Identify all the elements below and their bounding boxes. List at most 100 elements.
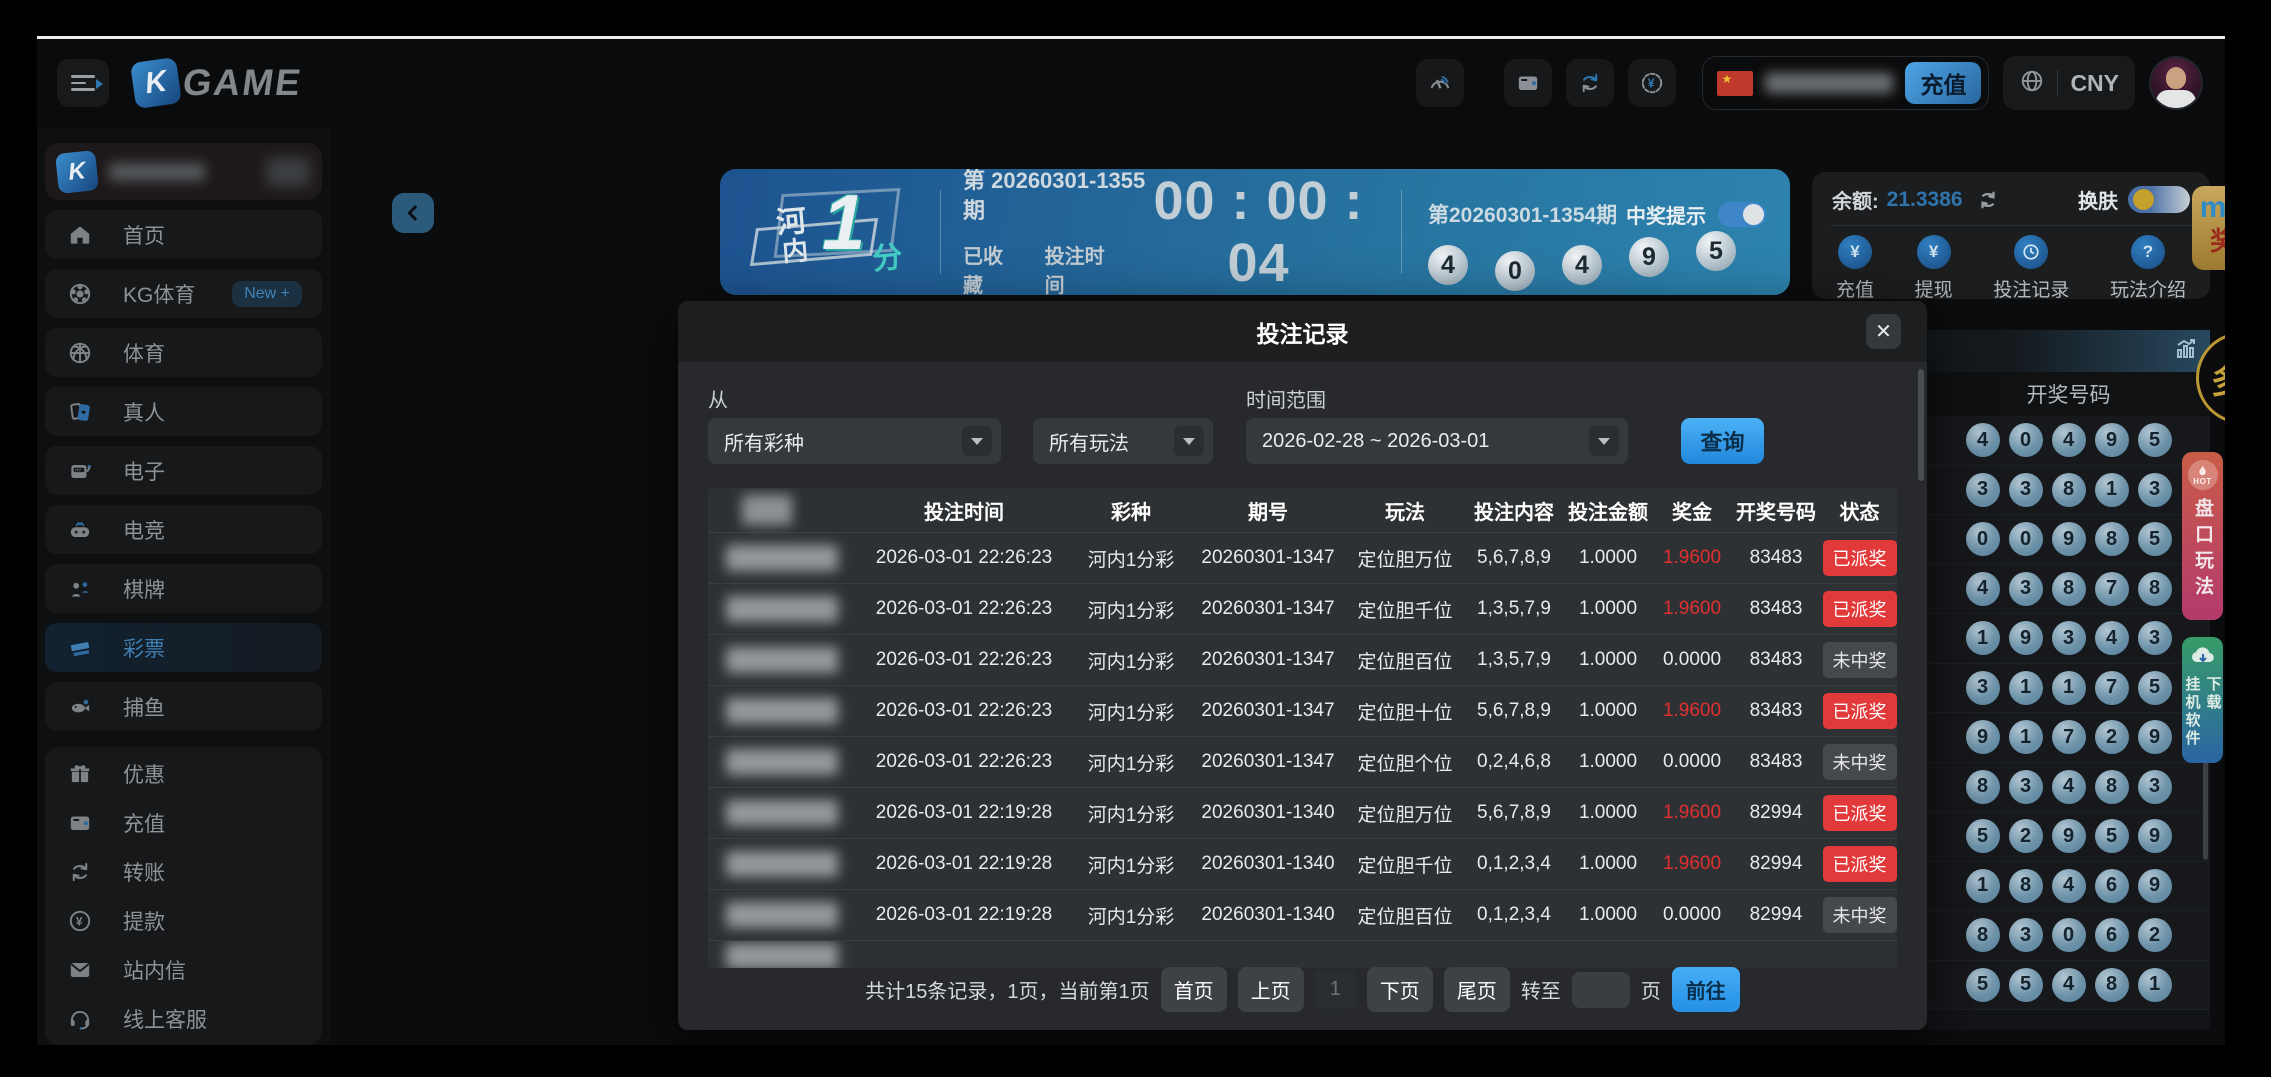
auto-bet-software-download-button[interactable]: 挂机软件下载 xyxy=(2182,637,2223,763)
sidebar-item-home[interactable]: 首页 xyxy=(45,210,322,259)
wallet-icon[interactable] xyxy=(1504,59,1552,107)
recharge-button[interactable]: 充值 xyxy=(1905,62,1981,104)
first-page-button[interactable]: 首页 xyxy=(1161,967,1227,1012)
column-header: 状态 xyxy=(1822,496,1897,525)
svg-text:¥: ¥ xyxy=(76,914,83,928)
balance-action-clock[interactable]: 投注记录 xyxy=(1993,235,2069,302)
prev-page-button[interactable]: 上页 xyxy=(1238,967,1304,1012)
cell-draw-number: 82994 xyxy=(1730,853,1822,875)
gift-icon xyxy=(65,761,95,787)
user-logo-tile: K xyxy=(55,150,99,194)
logo-word: GAME xyxy=(180,62,305,104)
sidebar-item-ticket[interactable]: 彩票 xyxy=(45,623,322,672)
lottery-type-select[interactable]: 所有彩种 xyxy=(708,418,1001,464)
draw-ball: 8 xyxy=(2052,572,2086,606)
date-range-select[interactable]: 2026-02-28 ~ 2026-03-01 xyxy=(1246,418,1628,464)
draw-result-row: 18469 xyxy=(1927,862,2210,912)
sidebar-user-card[interactable]: K xyxy=(45,143,322,200)
prize-pool-widget[interactable]: m🍇 奖 xyxy=(2192,186,2225,270)
collapse-sidebar-button[interactable] xyxy=(392,193,434,233)
main-area: 河 内 1 分 第 20260301-1355 期 已收藏 投注时间 00 : … xyxy=(330,127,2225,1045)
balance-action-label: 充值 xyxy=(1836,275,1874,302)
close-modal-button[interactable]: ✕ xyxy=(1866,314,1901,349)
draw-ball: 5 xyxy=(2138,671,2172,705)
balance-card: 余额: 21.3386 换肤 ¥充值¥提现投注记录?玩法介绍 xyxy=(1812,172,2210,299)
balance-action-yen[interactable]: ¥充值 xyxy=(1836,235,1874,302)
draw-ball: 5 xyxy=(2095,819,2129,853)
sidebar-item-label: 优惠 xyxy=(123,759,165,789)
sidebar-item-label: 首页 xyxy=(123,220,165,250)
draw-panel-title: 开奖号码 xyxy=(1927,372,2210,416)
sidebar-toggle-button[interactable] xyxy=(57,59,109,107)
query-button[interactable]: 查询 xyxy=(1681,418,1764,464)
sidebar-item-fish[interactable]: 捕鱼 xyxy=(45,682,322,731)
balance-action-yen[interactable]: ¥提现 xyxy=(1915,235,1953,302)
cell-prize: 0.0000 xyxy=(1654,649,1730,671)
draw-result-row: 83062 xyxy=(1927,911,2210,961)
sidebar-item-basketball[interactable]: 体育 xyxy=(45,328,322,377)
mail-icon xyxy=(65,957,95,983)
cell-issue: 20260301-1347 xyxy=(1192,598,1344,620)
sidebar-item-withdraw[interactable]: ¥提款 xyxy=(45,896,322,945)
user-avatar[interactable] xyxy=(2149,56,2203,110)
sidebar-item-soccer[interactable]: KG体育New + xyxy=(45,269,322,318)
sidebar-item-cards[interactable]: 真人 xyxy=(45,387,322,436)
cell-amount: 1.0000 xyxy=(1562,700,1654,722)
draw-ball: 5 xyxy=(2138,522,2172,556)
sidebar-item-gamepad[interactable]: 电竞 xyxy=(45,505,322,554)
chart-icon[interactable] xyxy=(2174,337,2198,366)
cell-prize: 0.0000 xyxy=(1654,904,1730,926)
skin-toggle[interactable] xyxy=(2128,186,2190,213)
next-page-button[interactable]: 下页 xyxy=(1367,967,1433,1012)
cell-content: 1,3,5,7,9 xyxy=(1466,598,1562,620)
balance-label: 余额: xyxy=(1832,185,1879,214)
cell-play: 定位胆万位 xyxy=(1344,800,1466,827)
sidebar-item-label: 线上客服 xyxy=(123,1004,207,1034)
gauge-icon[interactable] xyxy=(1416,59,1464,107)
sidebar-item-gift[interactable]: 优惠 xyxy=(45,749,322,798)
refresh-balance-icon[interactable] xyxy=(1977,189,1999,211)
blurred-username xyxy=(109,163,205,181)
favorited-label[interactable]: 已收藏 xyxy=(963,240,1017,295)
handicap-play-button[interactable]: HOT 盘口玩法 xyxy=(2182,452,2223,620)
draw-result-row: 19343 xyxy=(1927,614,2210,664)
slot-icon: 777 xyxy=(65,458,95,484)
draw-ball: 8 xyxy=(2009,869,2043,903)
withdraw-icon: ¥ xyxy=(65,908,95,934)
cell-bet-time: 2026-03-01 22:19:28 xyxy=(858,802,1070,824)
win-tip-toggle[interactable] xyxy=(1718,202,1766,227)
cell-bet-time: 2026-03-01 22:19:28 xyxy=(858,853,1070,875)
draw-ball: 9 xyxy=(2052,522,2086,556)
draw-numbers-panel: 开奖号码 40495338130098543878193433117591729… xyxy=(1927,330,2210,1030)
draw-ball: 1 xyxy=(2052,671,2086,705)
sidebar-item-wallet[interactable]: 充值 xyxy=(45,798,322,847)
play-type-select[interactable]: 所有玩法 xyxy=(1033,418,1213,464)
modal-scrollbar[interactable] xyxy=(1918,369,1924,481)
yen-circle-icon[interactable]: ¥ xyxy=(1628,59,1676,107)
yen-icon: ¥ xyxy=(1917,235,1951,269)
sidebar-item-headset[interactable]: 线上客服 xyxy=(45,994,322,1043)
win-tip-label: 中奖提示 xyxy=(1626,200,1706,229)
refresh-icon[interactable] xyxy=(1566,59,1614,107)
column-header: 投注金额 xyxy=(1562,496,1654,525)
cell-lottery: 河内1分彩 xyxy=(1070,698,1192,725)
goto-page-input[interactable] xyxy=(1572,972,1630,1008)
draw-ball: 8 xyxy=(2095,522,2129,556)
draw-ball: 0 xyxy=(1495,251,1535,291)
draw-ball: 3 xyxy=(2052,621,2086,655)
sidebar-item-chess[interactable]: 棋牌 xyxy=(45,564,322,613)
sidebar-item-label: 转账 xyxy=(123,857,165,887)
sidebar-item-label: 站内信 xyxy=(123,955,186,985)
last-page-button[interactable]: 尾页 xyxy=(1444,967,1510,1012)
balance-action-question[interactable]: ?玩法介绍 xyxy=(2110,235,2186,302)
sidebar-item-slot[interactable]: 777电子 xyxy=(45,446,322,495)
go-button[interactable]: 前往 xyxy=(1672,967,1740,1012)
cell-play: 定位胆千位 xyxy=(1344,596,1466,623)
cell-amount: 1.0000 xyxy=(1562,802,1654,824)
sidebar-item-transfer[interactable]: 转账 xyxy=(45,847,322,896)
language-currency[interactable]: CNY xyxy=(2003,56,2135,110)
betting-records-modal: 投注记录 ✕ 从 时间范围 所有彩种 所有玩法 2026-02-28 ~ 202… xyxy=(678,301,1927,1030)
blurred-username-cell xyxy=(726,943,838,969)
brand-logo[interactable]: K GAME xyxy=(133,60,302,106)
sidebar-item-mail[interactable]: 站内信 xyxy=(45,945,322,994)
